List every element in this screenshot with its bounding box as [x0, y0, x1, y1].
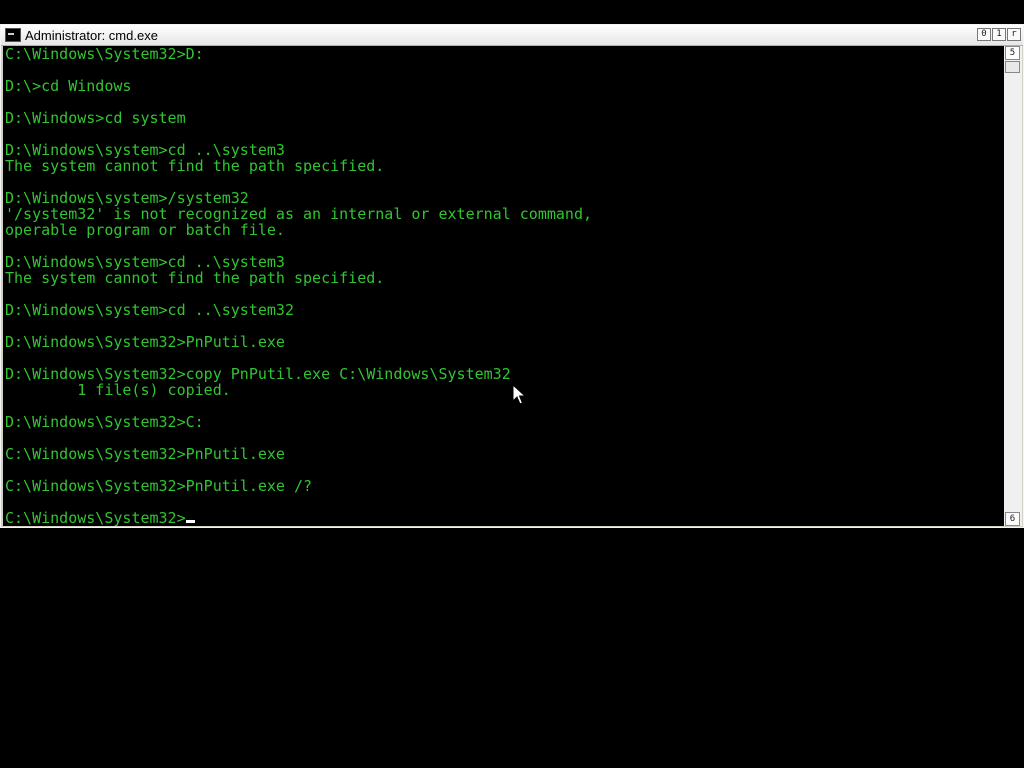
mouse-pointer-icon [512, 384, 526, 405]
command-prompt: C:\Windows\System32> [5, 509, 186, 526]
scroll-up-button[interactable]: 5 [1005, 46, 1020, 60]
cmd-window: Administrator: cmd.exe 0 1 r C:\Windows\… [0, 24, 1024, 528]
console-line: C:\Windows\System32>PnPutil.exe /? [5, 477, 313, 495]
console-text: C:\Windows\System32>D: D:\>cd Windows D:\W… [3, 46, 1004, 526]
close-button[interactable]: r [1007, 28, 1021, 41]
console-line: D:\Windows\system>cd ..\system32 [5, 301, 294, 319]
console-icon[interactable] [5, 28, 21, 42]
console-line: 1 file(s) copied. [5, 381, 231, 399]
console-line: D:\Windows\system>cd ..\system3 [5, 141, 285, 159]
caption-buttons: 0 1 r [977, 28, 1021, 41]
console-line: D:\Windows\System32>copy PnPutil.exe C:\… [5, 365, 511, 383]
console-line: D:\Windows\system>cd ..\system3 [5, 253, 285, 271]
minimize-button[interactable]: 0 [977, 28, 991, 41]
console-line: operable program or batch file. [5, 221, 285, 239]
console-line: C:\Windows\System32>PnPutil.exe [5, 445, 285, 463]
title-bar[interactable]: Administrator: cmd.exe 0 1 r [1, 25, 1023, 46]
console-line: D:\Windows\system>/system32 [5, 189, 249, 207]
vertical-scrollbar[interactable]: 5 6 [1004, 46, 1022, 526]
console-line: D:\Windows\System32>PnPutil.exe [5, 333, 285, 351]
console-line: The system cannot find the path specifie… [5, 269, 385, 287]
console-line: D:\>cd Windows [5, 77, 132, 95]
window-title: Administrator: cmd.exe [25, 28, 158, 43]
console-line: D:\Windows>cd system [5, 109, 186, 127]
scroll-thumb[interactable] [1005, 61, 1020, 73]
console-line: C:\Windows\System32>D: [5, 46, 204, 63]
scroll-down-button[interactable]: 6 [1005, 512, 1020, 526]
console-output[interactable]: C:\Windows\System32>D: D:\>cd Windows D:\W… [3, 46, 1004, 526]
prompt-line: C:\Windows\System32> [5, 510, 1004, 526]
console-line: The system cannot find the path specifie… [5, 157, 385, 175]
console-line: '/system32' is not recognized as an inte… [5, 205, 592, 223]
console-line: D:\Windows\System32>C: [5, 413, 204, 431]
text-cursor [185, 520, 195, 523]
maximize-button[interactable]: 1 [992, 28, 1006, 41]
